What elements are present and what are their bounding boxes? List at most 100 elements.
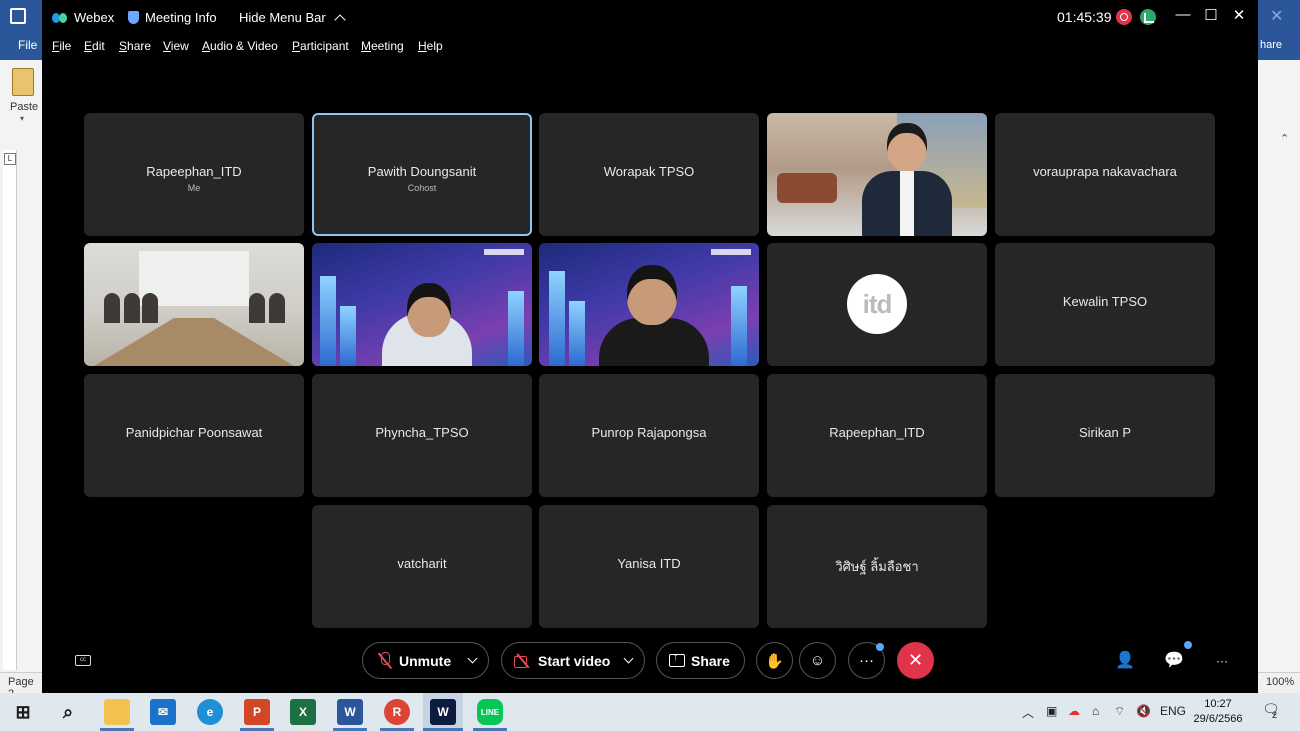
share-button[interactable]: Share [656, 642, 745, 679]
participant-video-tile[interactable] [84, 243, 304, 366]
video-bg-tower [731, 286, 747, 366]
participant-tile[interactable]: Yanisa ITD [539, 505, 759, 628]
powerpoint-icon[interactable]: P [244, 699, 270, 725]
app-name: Webex [74, 10, 115, 25]
participant-tile[interactable]: Sirikan P [995, 374, 1215, 497]
word-share-button[interactable]: hare [1260, 39, 1282, 51]
chevron-up-icon [334, 13, 346, 26]
participants-panel-icon[interactable]: 👤 [1115, 650, 1135, 670]
menu-edit[interactable]: Edit [84, 39, 105, 53]
menu-meeting[interactable]: Meeting [361, 39, 404, 53]
video-table [94, 318, 294, 366]
chevron-down-icon[interactable] [467, 653, 478, 664]
maximize-icon[interactable]: ☐ [1200, 6, 1222, 24]
paste-dropdown-icon[interactable]: ▾ [20, 114, 24, 123]
participant-tile[interactable]: vorauprapa nakavachara [995, 113, 1215, 236]
word-close-icon[interactable]: ✕ [1270, 6, 1283, 26]
participant-tile-active-speaker[interactable]: Pawith Doungsanit Cohost [312, 113, 532, 236]
menu-help[interactable]: Help [418, 39, 443, 53]
vertical-ruler [3, 150, 17, 670]
word-icon[interactable]: W [337, 699, 363, 725]
more-panels-icon[interactable]: ··· [1216, 654, 1228, 668]
participant-tile[interactable]: Worapak TPSO [539, 113, 759, 236]
notification-count: 2 [1272, 710, 1278, 720]
participant-video-tile[interactable] [312, 243, 532, 366]
video-bg-brand [711, 249, 751, 255]
video-bg-tower [569, 301, 585, 366]
onedrive-icon[interactable]: ☁ [1068, 704, 1080, 718]
video-person [269, 293, 285, 323]
meet-now-icon[interactable]: ▣ [1046, 704, 1057, 718]
mail-icon[interactable]: ✉ [150, 699, 176, 725]
participant-name: Punrop Rajapongsa [591, 425, 707, 440]
line-icon[interactable]: LINE [477, 699, 503, 725]
participant-tile[interactable]: Phyncha_TPSO [312, 374, 532, 497]
notifications-icon[interactable]: 🗨 [1262, 701, 1280, 718]
volume-muted-icon[interactable]: 🔇 [1136, 704, 1151, 718]
windows-start-icon[interactable]: ⊞ [10, 699, 36, 725]
video-chair [777, 173, 837, 203]
chevron-down-icon[interactable] [623, 653, 634, 664]
save-icon[interactable] [10, 8, 26, 24]
minimize-icon[interactable]: — [1172, 6, 1194, 23]
participant-tile[interactable]: Rapeephan_ITD Me [84, 113, 304, 236]
participant-video [312, 243, 532, 366]
webex-icon[interactable]: W [430, 699, 456, 725]
shield-icon [128, 11, 139, 24]
menu-participant[interactable]: Participant [292, 39, 349, 53]
video-bg-tower [320, 276, 336, 366]
close-icon: ✕ [907, 650, 924, 670]
show-hidden-icons-icon[interactable]: ︿ [1022, 704, 1034, 721]
wifi-icon[interactable]: ⌔ [1114, 704, 1125, 719]
menu-audio-video[interactable]: Audio & Video [202, 39, 278, 53]
search-icon[interactable]: ⌕ [55, 699, 81, 725]
participant-tile[interactable]: Panidpichar Poonsawat [84, 374, 304, 497]
participant-tile[interactable]: วิศิษฐ์ ลิ้มลือชา [767, 505, 987, 628]
file-explorer-icon[interactable] [104, 699, 130, 725]
participant-tile[interactable]: Kewalin TPSO [995, 243, 1215, 366]
word-file-tab[interactable]: File [18, 38, 37, 52]
ribbon-collapse-icon[interactable]: ⌃ [1280, 132, 1289, 145]
menu-file[interactable]: File [52, 39, 71, 53]
reactions-button[interactable]: ☺ [799, 642, 836, 679]
excel-icon[interactable]: X [290, 699, 316, 725]
network-health-icon[interactable] [1140, 9, 1156, 25]
leave-meeting-button[interactable]: ✕ [897, 642, 934, 679]
edge-icon[interactable]: e [197, 699, 223, 725]
menu-bar: File Edit Share View Audio & Video Parti… [42, 34, 1258, 58]
participant-tile[interactable]: Rapeephan_ITD [767, 374, 987, 497]
paste-label[interactable]: Paste [10, 101, 38, 113]
participant-video-tile[interactable] [539, 243, 759, 366]
more-icon: ··· [859, 652, 874, 669]
tab-selector-icon[interactable]: L [4, 153, 16, 165]
system-clock[interactable]: 10:27 29/6/2566 [1190, 697, 1246, 727]
close-icon[interactable]: ✕ [1228, 6, 1250, 24]
recording-icon[interactable] [1116, 9, 1132, 25]
meeting-info-button[interactable]: Meeting Info [128, 10, 217, 25]
participant-tile[interactable]: itd [767, 243, 987, 366]
raise-hand-button[interactable]: ✋ [756, 642, 793, 679]
video-bg-tower [508, 291, 524, 366]
participant-tile[interactable]: vatcharit [312, 505, 532, 628]
menu-view[interactable]: View [163, 39, 189, 53]
hide-menu-bar-button[interactable]: Hide Menu Bar [239, 10, 346, 26]
unmute-button[interactable]: Unmute [362, 642, 489, 679]
language-indicator[interactable]: ENG [1160, 704, 1186, 718]
closed-captions-icon[interactable]: cc [75, 655, 91, 666]
chat-icon[interactable]: 💬 [1164, 650, 1184, 670]
video-person [104, 293, 120, 323]
chrome-icon[interactable]: R [384, 699, 410, 725]
participant-name: Phyncha_TPSO [375, 425, 469, 440]
zoom-level[interactable]: 100% [1266, 676, 1294, 688]
clock-date: 29/6/2566 [1193, 713, 1243, 725]
video-person-head [627, 265, 677, 325]
paste-icon[interactable] [12, 68, 34, 96]
start-video-button[interactable]: Start video [501, 642, 645, 679]
word-window-left: File Paste ▾ L Page 2 [0, 0, 42, 700]
participant-tile[interactable]: Punrop Rajapongsa [539, 374, 759, 497]
device-icon[interactable]: ⌂ [1092, 704, 1099, 718]
clock-time: 10:27 [1204, 698, 1232, 710]
menu-share[interactable]: Share [119, 39, 151, 53]
participant-video-tile[interactable] [767, 113, 987, 236]
participant-name: Panidpichar Poonsawat [125, 425, 263, 440]
